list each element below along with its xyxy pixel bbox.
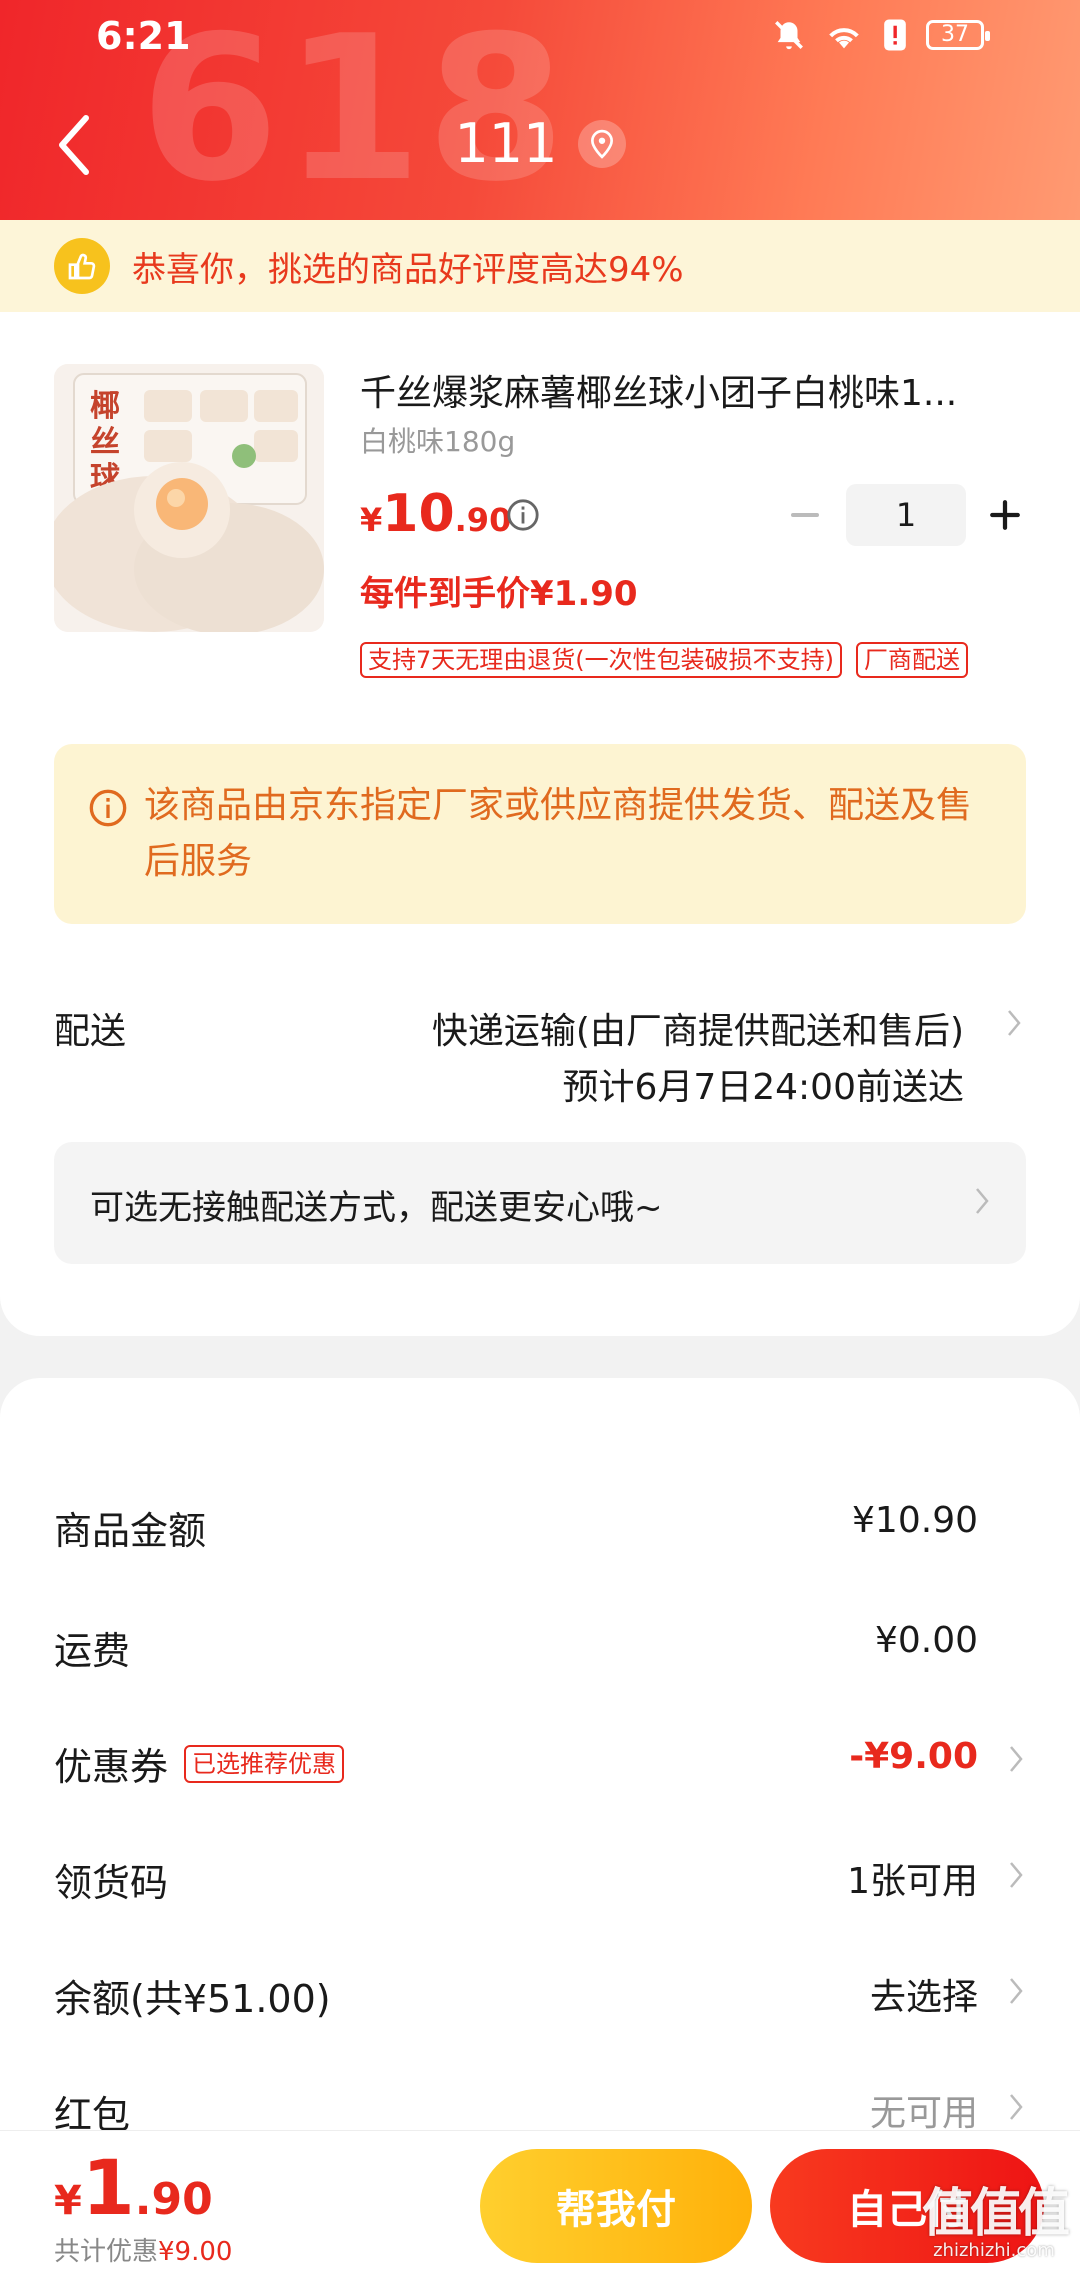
vendor-delivery-tag: 厂商配送 (856, 642, 968, 678)
product-card: 椰 丝 球 千丝爆浆麻薯椰丝球小团子白桃味1... 白桃味180g ¥10.90… (0, 312, 1080, 1336)
delivery-method[interactable]: 快递运输(由厂商提供配送和售后) (432, 1002, 964, 1054)
decrease-button[interactable] (780, 484, 830, 546)
address-title[interactable]: 111 (0, 112, 1080, 175)
contactless-delivery-text: 可选无接触配送方式，配送更安心哦~ (90, 1188, 663, 1228)
svg-text:丝: 丝 (90, 425, 120, 460)
summary-row-pickup-code[interactable]: 领货码 1张可用 (0, 1822, 1080, 1922)
saving-label: 共计优惠 (54, 2237, 159, 2267)
contactless-delivery-option[interactable]: 可选无接触配送方式，配送更安心哦~ (54, 1142, 1026, 1264)
row-value: ¥0.00 (874, 1620, 978, 1661)
price-integer: 10 (382, 484, 455, 544)
status-bar: 6:21 37 (0, 0, 1080, 70)
total-price: ¥1.90 (54, 2143, 213, 2232)
product-spec: 白桃味180g (360, 425, 516, 458)
increase-button[interactable] (980, 484, 1030, 546)
chevron-right-icon (1010, 1746, 1023, 1772)
row-label: 优惠券 已选推荐优惠 (54, 1736, 345, 1791)
chevron-right-icon (1010, 2094, 1023, 2120)
row-label: 运费 (54, 1629, 131, 1673)
delivery-label: 配送 (54, 1011, 127, 1052)
product-title[interactable]: 千丝爆浆麻薯椰丝球小团子白桃味1... (360, 364, 1010, 416)
row-value: 去选择 (869, 1977, 978, 2018)
info-icon[interactable] (506, 498, 540, 532)
unit-price: 每件到手价¥1.90 (360, 574, 638, 614)
watermark: 值值值 zhizhizhi.com (921, 2184, 1070, 2261)
total-decimal: .90 (134, 2174, 213, 2225)
battery-icon: 37 (926, 20, 990, 50)
summary-row-balance[interactable]: 余额(共¥51.00) 去选择 (0, 1938, 1080, 2038)
vendor-notice-text: 该商品由京东指定厂家或供应商提供发货、配送及售后服务 (144, 785, 973, 882)
coupon-selected-tag: 已选推荐优惠 (184, 1744, 345, 1783)
row-label: 余额(共¥51.00) (54, 1977, 331, 2021)
summary-row-coupon[interactable]: 优惠券 已选推荐优惠 -¥9.00 (0, 1706, 1080, 1806)
order-summary-card: 商品金额 ¥10.90 运费 ¥0.00 优惠券 已选推荐优惠 -¥9.00 领… (0, 1378, 1080, 2138)
chevron-right-icon (976, 1188, 989, 1214)
price-symbol: ¥ (360, 501, 383, 539)
summary-row-goods-amount: 商品金额 ¥10.90 (0, 1470, 1080, 1570)
row-value: ¥10.90 (852, 1500, 978, 1541)
status-time: 6:21 (96, 14, 191, 58)
delivery-eta: 预计6月7日24:00前送达 (562, 1067, 964, 1108)
alert-icon (884, 19, 906, 51)
chevron-right-icon (1010, 1862, 1023, 1888)
summary-row-shipping: 运费 ¥0.00 (0, 1590, 1080, 1690)
coupon-discount-value: -¥9.00 (849, 1736, 978, 1777)
row-label: 商品金额 (54, 1509, 207, 1553)
row-value: 1张可用 (847, 1861, 978, 1902)
product-tags: 支持7天无理由退货(一次性包装破损不支持) 厂商配送 (360, 642, 968, 678)
info-icon (89, 789, 127, 827)
return-policy-tag: 支持7天无理由退货(一次性包装破损不支持) (360, 642, 842, 678)
plus-icon (990, 500, 1020, 530)
help-pay-button[interactable]: 帮我付 (480, 2149, 752, 2263)
saving-value: ¥9.00 (158, 2237, 233, 2267)
address-title-text: 111 (454, 112, 558, 175)
quantity-stepper: 1 (780, 484, 1030, 546)
total-integer: 1 (81, 2143, 135, 2232)
total-saving: 共计优惠¥9.00 (54, 2231, 232, 2268)
product-price: ¥10.90 (360, 484, 511, 544)
watermark-logo: 值值值 (921, 2184, 1070, 2244)
bell-off-icon (775, 21, 803, 50)
row-label: 领货码 (54, 1861, 169, 1905)
thumbs-up-icon (54, 238, 110, 294)
rating-banner: 恭喜你，挑选的商品好评度高达94% (0, 220, 1080, 312)
quantity-value[interactable]: 1 (846, 484, 966, 546)
chevron-right-icon (1010, 1978, 1023, 2004)
status-icons: 37 (772, 18, 990, 52)
wifi-icon (829, 28, 859, 49)
total-symbol: ¥ (54, 2178, 82, 2224)
product-image[interactable]: 椰 丝 球 (54, 364, 324, 632)
header: 618 6:21 37 111 (0, 0, 1080, 220)
chevron-right-icon[interactable] (1006, 1008, 1022, 1038)
watermark-url: zhizhizhi.com (933, 2240, 1055, 2261)
location-icon (577, 119, 626, 168)
svg-text:椰: 椰 (90, 389, 120, 424)
price-decimal: .90 (454, 501, 512, 539)
minus-icon (791, 513, 819, 517)
row-value: 无可用 (869, 2093, 978, 2134)
vendor-notice: 该商品由京东指定厂家或供应商提供发货、配送及售后服务 (54, 744, 1026, 924)
checkout-bar: ¥1.90 共计优惠¥9.00 帮我付 自己付 值值值 zhizhizhi.co… (0, 2130, 1080, 2280)
rating-banner-text: 恭喜你，挑选的商品好评度高达94% (132, 249, 684, 290)
